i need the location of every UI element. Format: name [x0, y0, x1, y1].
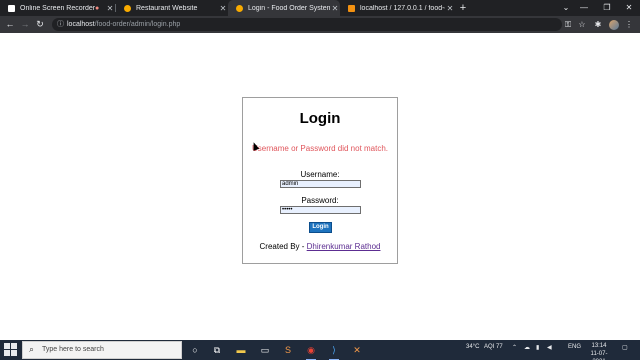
search-icon: ⌕	[29, 344, 35, 354]
page-viewport: Login Username or Password did not match…	[0, 33, 640, 340]
site-info-icon[interactable]: ⓘ	[57, 18, 64, 31]
system-clock[interactable]: 13:14 11-07-2021	[584, 342, 614, 360]
address-bar[interactable]: ⓘ localhost/food-order/admin/login.php	[52, 18, 562, 31]
menu-kebab-icon[interactable]: ⋮	[623, 16, 635, 33]
food-order-favicon-icon	[236, 4, 243, 12]
browser-toolbar: ← → ↻ ⓘ localhost/food-order/admin/login…	[0, 16, 640, 33]
taskbar: ⌕ Type here to search ○ ⧉ ▬ ▭ S ◉ ⟩ ✕ 34…	[0, 340, 640, 360]
show-hidden-icons-icon[interactable]: ⌃	[512, 344, 517, 351]
key-icon[interactable]: ⚿	[562, 16, 574, 33]
credit-line: Created By - Dhirenkumar Rathod	[243, 242, 397, 251]
tab-login-food-order-system[interactable]: Login - Food Order System ✕	[228, 0, 340, 16]
clock-time: 13:14	[591, 343, 607, 349]
recorder-favicon-icon	[8, 4, 15, 12]
language-indicator[interactable]: ENG	[568, 344, 581, 350]
password-input[interactable]	[280, 206, 361, 214]
url-text: localhost/food-order/admin/login.php	[67, 18, 180, 31]
start-button[interactable]	[4, 343, 18, 357]
vscode-icon[interactable]: ⟩	[327, 343, 341, 360]
tab-title: Login - Food Order System	[248, 4, 330, 12]
credit-prefix: Created By -	[259, 242, 307, 251]
restaurant-favicon-icon	[124, 4, 131, 12]
reload-button[interactable]: ↻	[33, 16, 47, 33]
username-label: Username:	[300, 170, 340, 179]
close-window-button[interactable]: ✕	[618, 0, 640, 16]
maximize-button[interactable]: ❐	[596, 0, 618, 16]
windows-logo-icon	[4, 343, 10, 349]
cortana-icon[interactable]: ○	[188, 343, 202, 357]
close-tab-icon[interactable]: ✕	[445, 4, 455, 13]
recording-dot-icon: ●	[95, 4, 100, 12]
terminal-icon[interactable]: ▭	[258, 343, 272, 357]
back-button[interactable]: ←	[3, 16, 17, 33]
close-tab-icon[interactable]: ✕	[330, 4, 340, 13]
chrome-icon[interactable]: ◉	[304, 343, 318, 360]
tab-title: localhost / 127.0.0.1 / food-orde	[360, 4, 445, 12]
login-button[interactable]: Login	[309, 222, 332, 233]
url-path: /food-order/admin/login.php	[94, 21, 181, 28]
tab-title: Restaurant Website	[136, 4, 198, 12]
xampp-icon[interactable]: ✕	[350, 343, 364, 357]
weather-text[interactable]: 34°C	[466, 344, 479, 350]
clock-date: 11-07-2021	[590, 351, 608, 360]
extensions-puzzle-icon[interactable]: ✱	[592, 16, 604, 33]
bookmark-star-icon[interactable]: ☆	[576, 16, 588, 33]
profile-avatar[interactable]	[609, 20, 619, 30]
tab-online-screen-recorder[interactable]: Online Screen Recorder ● ✕	[0, 0, 115, 16]
network-icon[interactable]: ☁	[524, 344, 530, 351]
author-link[interactable]: Dhirenkumar Rathod	[307, 242, 381, 251]
phpmyadmin-favicon-icon	[348, 4, 355, 12]
search-placeholder: Type here to search	[42, 346, 104, 353]
sublime-text-icon[interactable]: S	[281, 343, 295, 357]
username-input[interactable]	[280, 180, 361, 188]
battery-icon[interactable]: ▮	[536, 344, 539, 351]
tab-strip: Online Screen Recorder ● ✕ Restaurant We…	[0, 0, 640, 16]
new-tab-button[interactable]: +	[457, 1, 469, 15]
page-title: Login	[299, 110, 341, 127]
aqi-text[interactable]: AQI 77	[484, 344, 503, 350]
task-view-icon[interactable]: ⧉	[210, 343, 224, 357]
error-message: Username or Password did not match.	[251, 144, 389, 153]
file-explorer-icon[interactable]: ▬	[234, 343, 248, 357]
tab-title: Online Screen Recorder	[20, 4, 95, 12]
tab-restaurant-website[interactable]: Restaurant Website ✕	[116, 0, 228, 16]
url-host: localhost	[67, 21, 95, 28]
taskbar-search-box[interactable]: ⌕ Type here to search	[22, 341, 182, 359]
minimize-button[interactable]: —	[573, 0, 595, 16]
volume-icon[interactable]: ◀	[547, 344, 552, 351]
password-label: Password:	[301, 196, 339, 205]
forward-button[interactable]: →	[18, 16, 32, 33]
login-form: Login Username or Password did not match…	[242, 97, 398, 264]
close-tab-icon[interactable]: ✕	[218, 4, 228, 13]
notifications-icon[interactable]: ▢	[622, 344, 628, 351]
close-tab-icon[interactable]: ✕	[105, 4, 115, 13]
tab-phpmyadmin[interactable]: localhost / 127.0.0.1 / food-orde ✕	[340, 0, 455, 16]
